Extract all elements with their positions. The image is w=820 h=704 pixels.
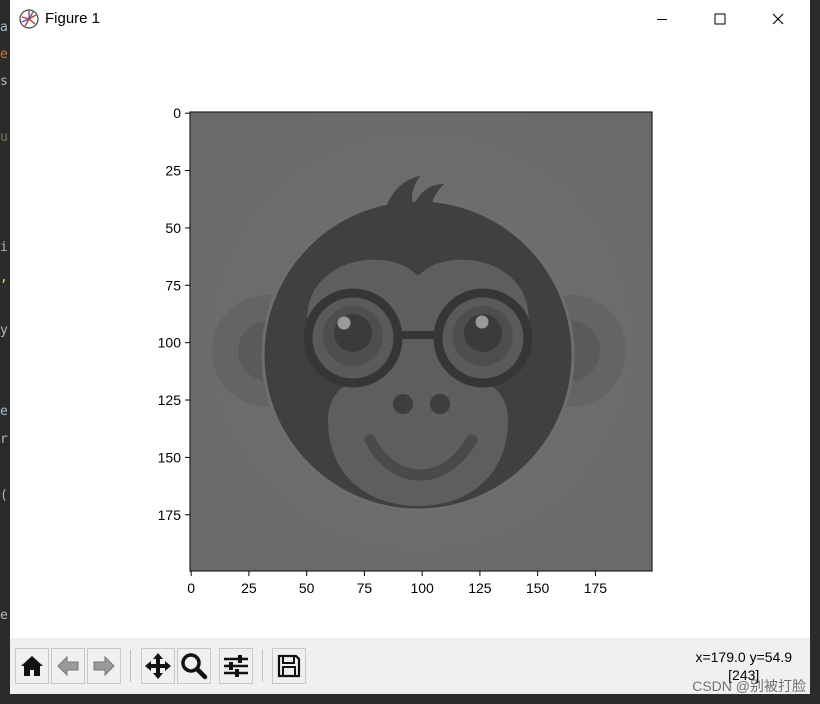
editor-fragment: e [0, 608, 8, 623]
app-icon [19, 9, 39, 29]
home-button[interactable] [15, 648, 49, 684]
y-tick-label: 25 [165, 163, 181, 179]
editor-fragment: e [0, 47, 8, 62]
figure-canvas[interactable]: 0 25 50 75 100 125 150 175 0 25 50 75 100 125 150 175 [10, 38, 810, 638]
x-tick-label: 175 [584, 580, 608, 596]
x-tick-label: 150 [526, 580, 550, 596]
close-icon [772, 13, 784, 25]
back-button[interactable] [51, 648, 85, 684]
zoom-button[interactable] [177, 648, 211, 684]
back-arrow-icon [57, 655, 79, 677]
image-plot [189, 111, 653, 572]
title-bar[interactable]: Figure 1 [10, 0, 810, 38]
save-button[interactable] [272, 648, 306, 684]
x-tick-label: 50 [299, 580, 315, 596]
editor-fragment: u [0, 130, 8, 145]
y-tick-label: 0 [173, 105, 181, 121]
editor-fragment: ( [0, 488, 8, 503]
maximize-button[interactable] [691, 0, 749, 38]
editor-fragment: a [0, 20, 8, 35]
x-tick-label: 100 [410, 580, 434, 596]
editor-fragment: s [0, 74, 8, 89]
figure-window: Figure 1 0 25 50 75 100 125 150 175 0 25… [10, 0, 810, 694]
forward-button[interactable] [87, 648, 121, 684]
navigation-toolbar: x=179.0 y=54.9 [243] [10, 638, 810, 694]
left-nostril [393, 394, 413, 414]
sliders-icon [224, 655, 248, 677]
maximize-icon [714, 13, 726, 25]
move-icon [145, 653, 171, 679]
x-axis: 0 25 50 75 100 125 150 175 [187, 571, 607, 596]
cursor-coordinates: x=179.0 y=54.9 [695, 649, 792, 665]
x-tick-label: 25 [241, 580, 257, 596]
right-nostril [430, 394, 450, 414]
y-tick-label: 75 [165, 277, 181, 293]
y-tick-label: 175 [158, 507, 182, 523]
editor-fragment: i [0, 240, 8, 255]
y-tick-label: 100 [158, 335, 182, 351]
minimize-icon [657, 19, 667, 20]
toolbar-separator [262, 650, 263, 682]
y-tick-label: 50 [165, 220, 181, 236]
background-editor: a e s u i , y e r ( e [0, 0, 10, 704]
floppy-icon [277, 654, 301, 678]
editor-fragment: y [0, 323, 8, 338]
window-title: Figure 1 [45, 10, 101, 27]
toolbar-separator [130, 650, 131, 682]
x-tick-label: 0 [187, 580, 195, 596]
editor-fragment: r [0, 432, 8, 447]
editor-fragment: e [0, 404, 8, 419]
editor-fragment: , [0, 270, 8, 285]
close-button[interactable] [749, 0, 807, 38]
y-axis: 0 25 50 75 100 125 150 175 [158, 105, 190, 523]
x-tick-label: 75 [357, 580, 373, 596]
figure-svg: 0 25 50 75 100 125 150 175 0 25 50 75 100 125 150 175 [158, 105, 653, 596]
watermark: CSDN @别被打脸 [692, 678, 806, 694]
pan-button[interactable] [141, 648, 175, 684]
x-tick-label: 125 [468, 580, 492, 596]
configure-subplots-button[interactable] [219, 648, 253, 684]
magnifier-icon [181, 653, 208, 680]
minimize-button[interactable] [633, 0, 691, 38]
home-icon [21, 656, 43, 676]
y-tick-label: 150 [158, 449, 182, 465]
y-tick-label: 125 [158, 392, 182, 408]
forward-arrow-icon [93, 655, 115, 677]
